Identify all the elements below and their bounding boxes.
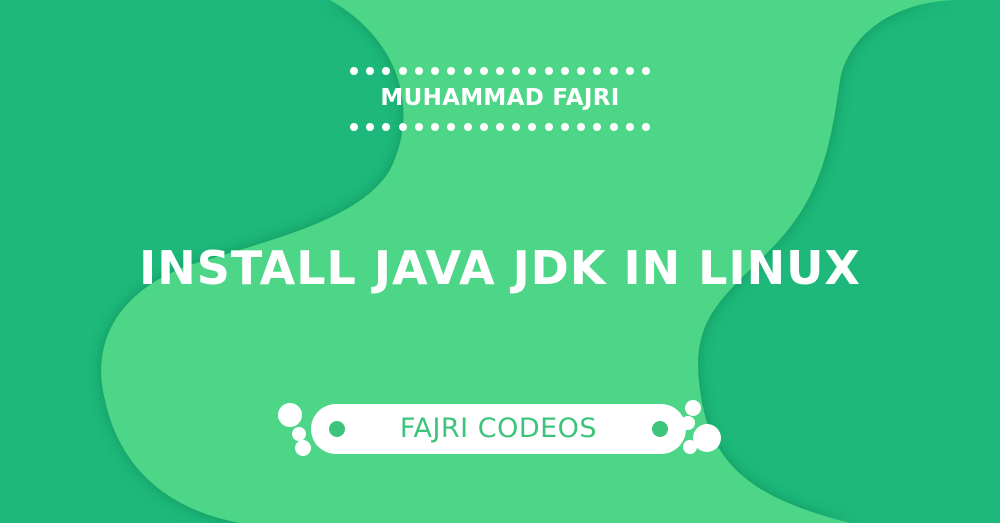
bubble-left-tiny <box>295 440 311 456</box>
badge-label: FAJRI CODEOS <box>399 413 598 444</box>
divider-dot <box>382 67 391 75</box>
divider-dot <box>496 67 504 75</box>
divider-dot <box>414 67 423 75</box>
divider-dot <box>414 123 423 131</box>
divider-dot <box>463 123 472 131</box>
divider-dot <box>447 123 456 131</box>
divider-dot <box>593 67 602 75</box>
page-title: INSTALL JAVA JDK IN LINUX <box>139 241 861 295</box>
divider-dot <box>382 123 391 131</box>
bubble-left-small <box>292 427 306 441</box>
divider-dot <box>463 67 472 75</box>
divider-dot <box>642 67 650 75</box>
divider-dot <box>560 67 569 75</box>
divider-dot <box>350 67 358 75</box>
bubble-right-bottom <box>683 440 697 454</box>
divider-dot <box>609 67 618 75</box>
divider-dot <box>512 123 521 131</box>
divider-dot <box>544 67 553 75</box>
divider-dot <box>577 67 586 75</box>
divider-dot <box>528 123 537 131</box>
divider-dot <box>431 67 440 75</box>
divider-dot <box>366 123 375 131</box>
bubble-right-small <box>681 416 695 430</box>
divider-dot <box>398 67 407 75</box>
divider-dot <box>350 123 358 131</box>
brand-badge: FAJRI CODEOS <box>311 404 686 454</box>
divider-dot <box>431 123 440 131</box>
divider-dot <box>496 123 504 131</box>
divider-dot <box>447 67 456 75</box>
bubble-right-large <box>693 424 721 452</box>
divider-dot <box>642 123 650 131</box>
divider-dot <box>512 67 521 75</box>
bubble-right-top <box>685 400 701 416</box>
divider-dot <box>593 123 602 131</box>
author-block: MUHAMMAD FAJRI <box>350 60 650 134</box>
badge-dot-right-icon <box>652 421 668 437</box>
divider-dot <box>544 123 553 131</box>
divider-dot <box>479 67 488 75</box>
divider-dot <box>609 123 618 131</box>
divider-dot <box>528 67 537 75</box>
divider-dot <box>479 123 488 131</box>
divider-dot <box>625 123 634 131</box>
divider-dot <box>625 67 634 75</box>
bubble-left-large <box>278 403 302 427</box>
divider-dot <box>398 123 407 131</box>
divider-dot <box>577 123 586 131</box>
dotted-divider-top <box>350 67 650 77</box>
dotted-divider-bottom <box>350 123 650 133</box>
divider-dot <box>366 67 375 75</box>
author-name: MUHAMMAD FAJRI <box>380 85 620 111</box>
divider-dot <box>560 123 569 131</box>
